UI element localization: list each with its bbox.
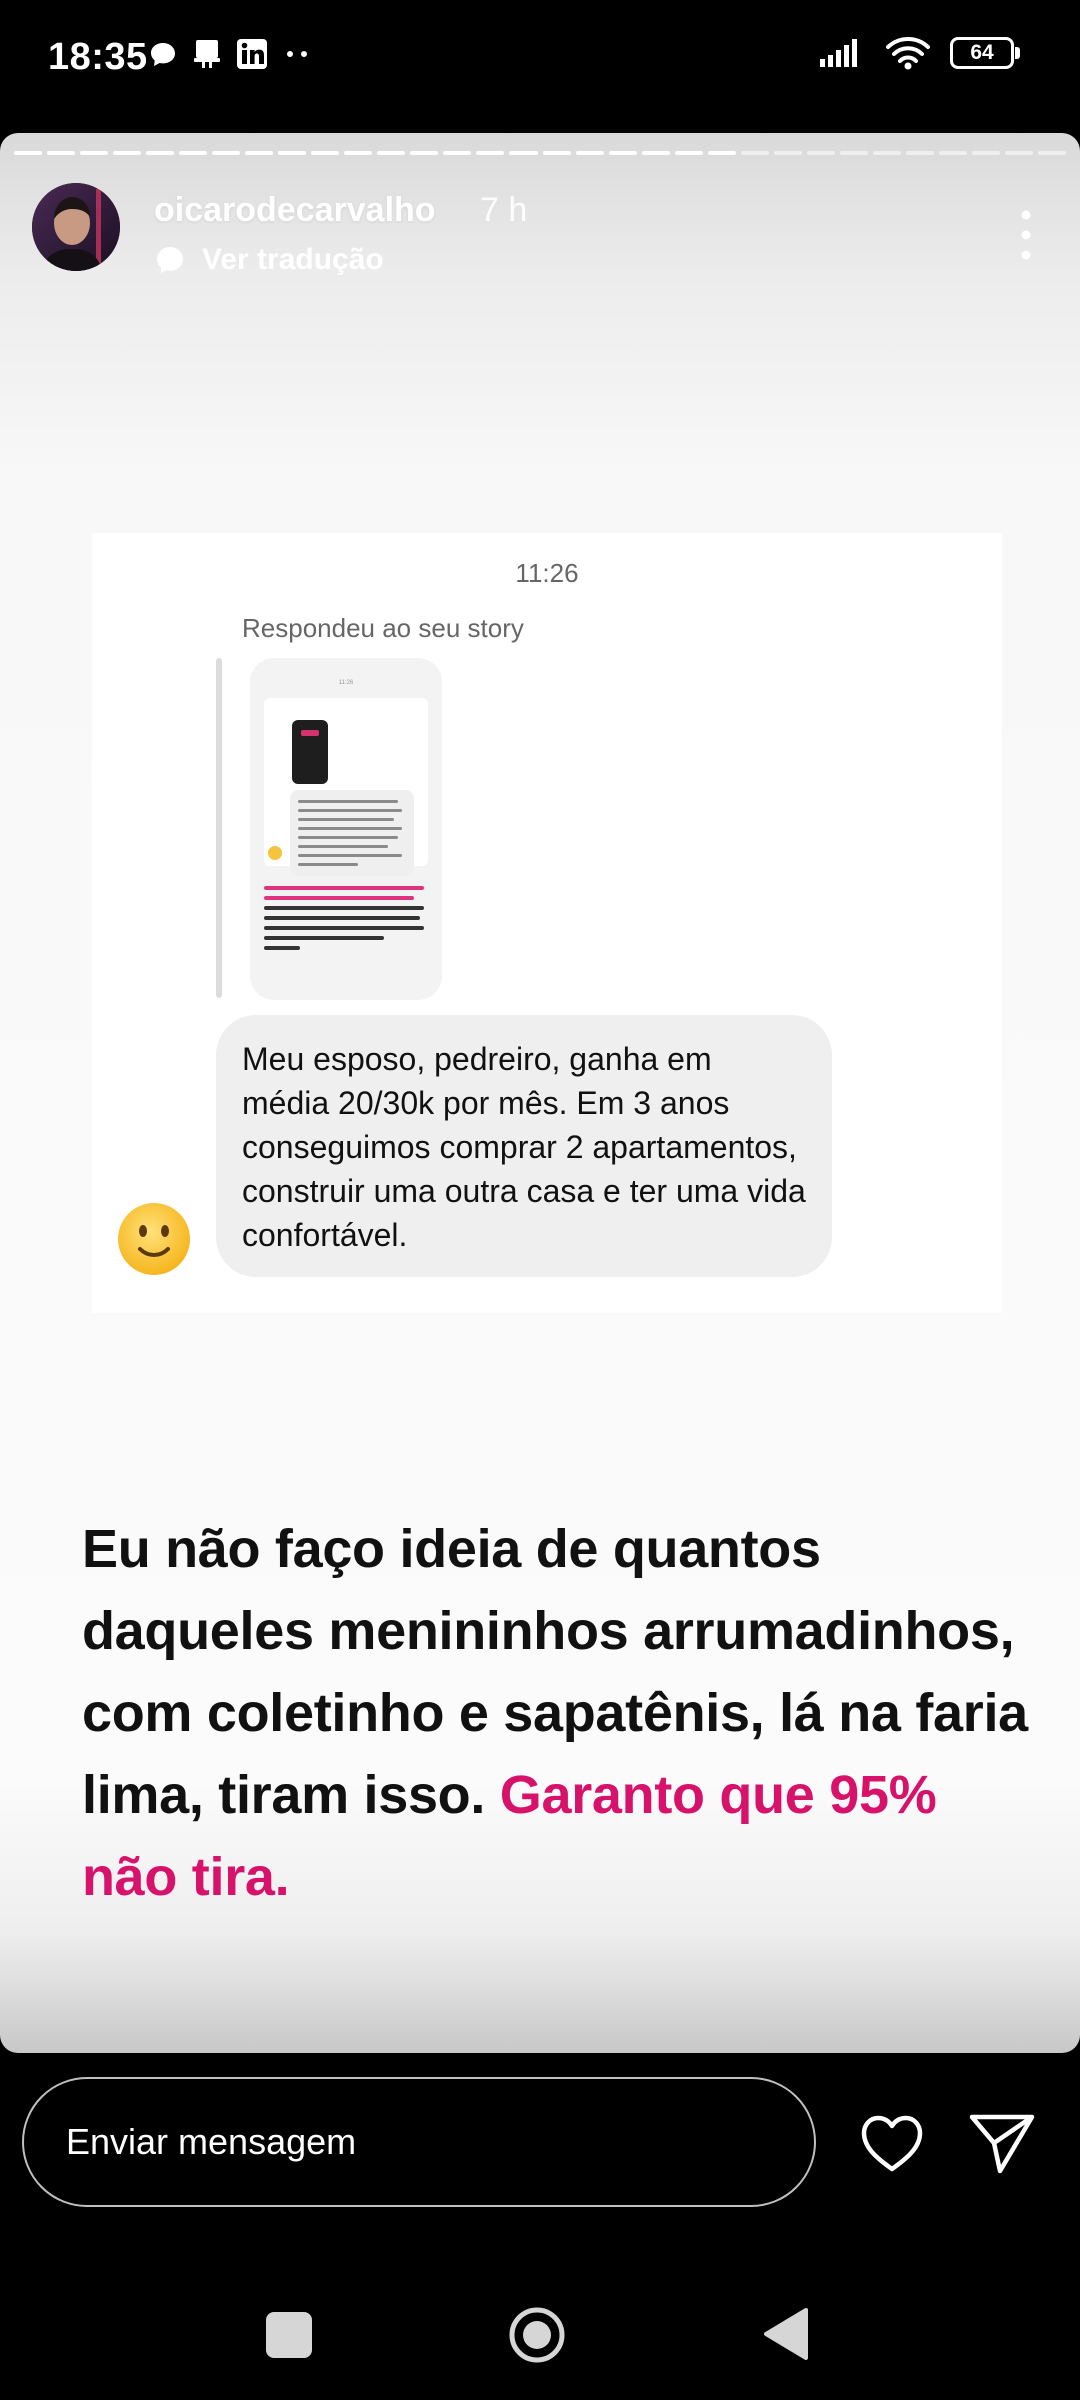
progress-segment (1004, 151, 1033, 155)
home-button[interactable] (508, 2306, 566, 2364)
message-bar (0, 2053, 1080, 2253)
thumb-bubble (290, 790, 414, 876)
see-translation-button[interactable]: Ver tradução (154, 243, 384, 277)
heart-icon[interactable] (856, 2107, 928, 2179)
more-dots-icon (287, 51, 307, 57)
progress-segment (14, 151, 43, 155)
status-left-icons (148, 38, 312, 70)
progress-segment (971, 151, 1000, 155)
progress-segment (872, 151, 901, 155)
progress-segment (80, 151, 109, 155)
progress-segment (674, 151, 703, 155)
progress-segment (113, 151, 142, 155)
dm-message-bubble: Meu esposo, pedreiro, ganha em média 20/… (216, 1015, 832, 1277)
username[interactable]: oicarodecarvalho (154, 191, 436, 230)
notification-icon (194, 40, 220, 68)
thumb-time: 11:26 (338, 680, 354, 686)
progress-segment (641, 151, 670, 155)
progress-segment (344, 151, 373, 155)
dm-timestamp: 11:26 (515, 558, 579, 588)
progress-segment (839, 151, 868, 155)
avatar[interactable] (32, 183, 120, 271)
story-headline: Eu não faço ideia de quantos daqueles me… (82, 1508, 1042, 1918)
progress-segment (773, 151, 802, 155)
dm-reply-label: Respondeu ao seu story (242, 613, 524, 643)
thumb-emoji (268, 846, 282, 860)
progress-segment (509, 151, 538, 155)
progress-segment (806, 151, 835, 155)
thumb-card (264, 698, 428, 876)
progress-segment (47, 151, 76, 155)
progress-segment (410, 151, 439, 155)
reply-indicator-bar (216, 658, 222, 998)
battery-level: 64 (970, 41, 994, 64)
time-ago: 7 h (480, 191, 528, 229)
see-translation-label: Ver tradução (202, 243, 384, 276)
progress-segment (278, 151, 307, 155)
slightly-smiling-face-icon (118, 1203, 190, 1275)
recent-apps-button[interactable] (266, 2312, 312, 2358)
translate-icon (157, 247, 183, 273)
back-button[interactable] (760, 2306, 812, 2362)
progress-segment (542, 151, 571, 155)
status-bar: 18:35 64 (0, 0, 1080, 120)
story-header: oicarodecarvalho 7 h Ver tradução (32, 183, 1048, 283)
progress-segment (740, 151, 769, 155)
progress-segment (707, 151, 736, 155)
progress-segment (938, 151, 967, 155)
progress-segment (905, 151, 934, 155)
progress-segment (443, 151, 472, 155)
story-viewer[interactable]: oicarodecarvalho 7 h Ver tradução 11:26 … (0, 133, 1080, 2053)
story-progress-bar (14, 151, 1066, 156)
battery-icon: 64 (950, 37, 1020, 69)
send-icon[interactable] (966, 2107, 1038, 2179)
story-thumbnail: 11:26 (250, 658, 442, 1000)
status-right-icons: 64 (818, 36, 1020, 70)
navigation-bar (0, 2270, 1080, 2400)
linkedin-icon (237, 39, 267, 69)
thumb-phone-image (292, 720, 328, 784)
progress-segment (245, 151, 274, 155)
progress-segment (1037, 151, 1066, 155)
signal-icon (820, 39, 857, 67)
progress-segment (146, 151, 175, 155)
progress-segment (377, 151, 406, 155)
dm-message-text: Meu esposo, pedreiro, ganha em média 20/… (242, 1041, 806, 1253)
progress-segment (608, 151, 637, 155)
dm-screenshot: 11:26 Respondeu ao seu story 11:26 Meu e… (92, 533, 1002, 1313)
more-options-icon[interactable] (1012, 205, 1040, 265)
wifi-icon (886, 37, 930, 70)
send-message-input[interactable] (22, 2077, 816, 2207)
progress-segment (476, 151, 505, 155)
progress-segment (212, 151, 241, 155)
status-time: 18:35 (48, 36, 148, 78)
chat-bubble-icon (151, 43, 175, 66)
progress-segment (311, 151, 340, 155)
progress-segment (575, 151, 604, 155)
progress-segment (179, 151, 208, 155)
